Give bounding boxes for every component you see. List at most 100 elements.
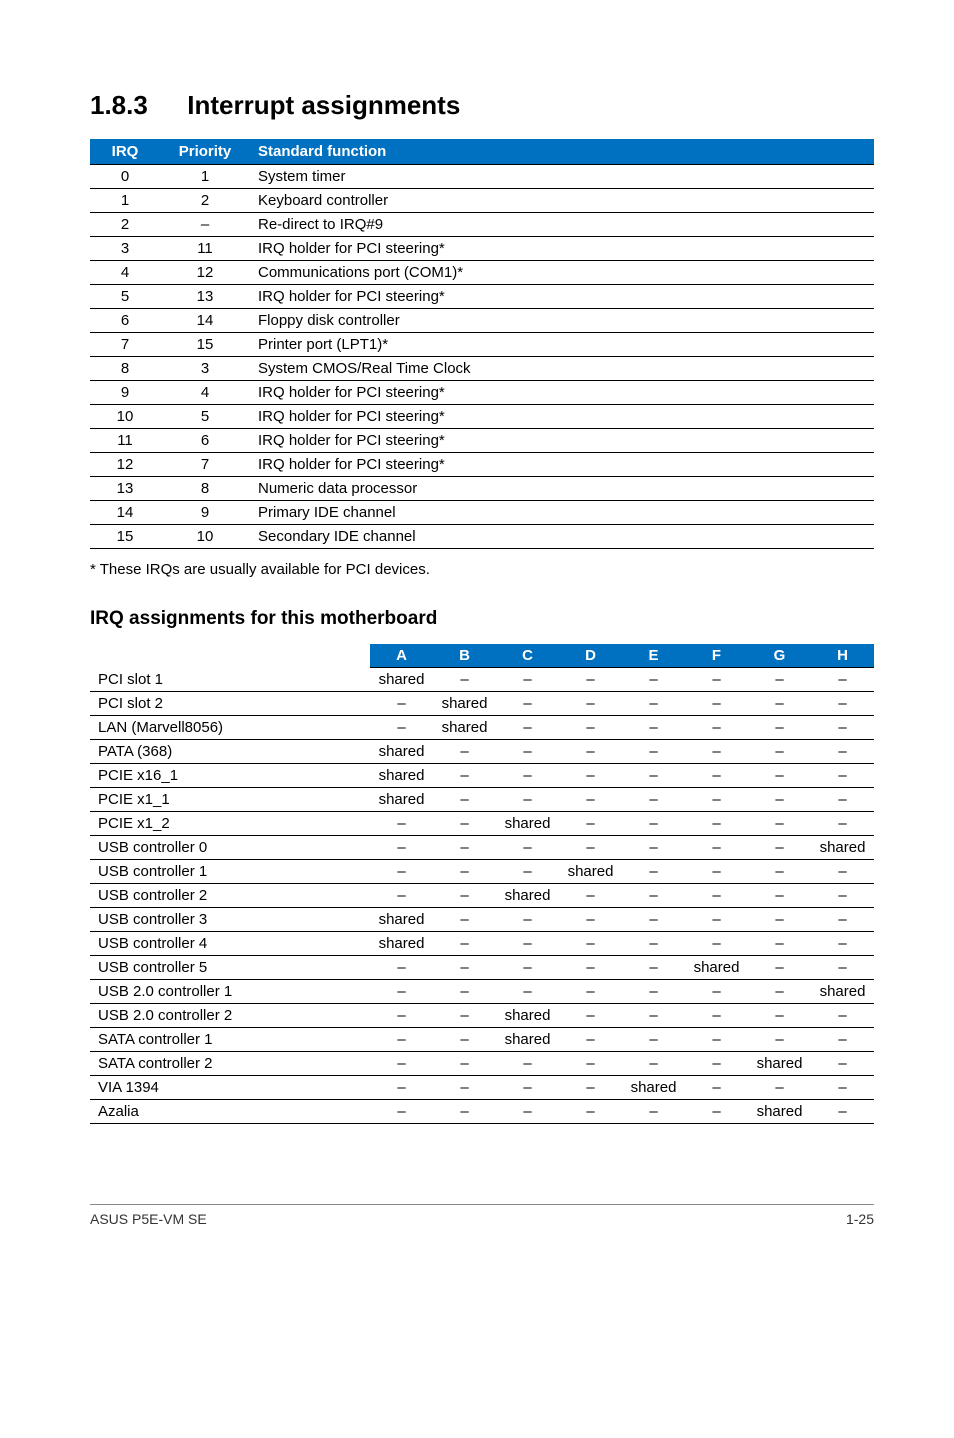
cell-value: –: [748, 692, 811, 716]
cell-value: shared: [496, 1004, 559, 1028]
cell-value: –: [496, 668, 559, 692]
table-row: 2–Re-direct to IRQ#9: [90, 213, 874, 237]
irq-value: 13: [90, 477, 160, 501]
cell-value: –: [685, 1100, 748, 1124]
cell-value: –: [433, 980, 496, 1004]
cell-value: –: [559, 956, 622, 980]
cell-value: shared: [748, 1100, 811, 1124]
cell-value: –: [685, 836, 748, 860]
table-row: 412Communications port (COM1)*: [90, 261, 874, 285]
function-value: System CMOS/Real Time Clock: [250, 357, 874, 381]
priority-value: 10: [160, 525, 250, 549]
cell-value: shared: [496, 812, 559, 836]
cell-value: –: [685, 980, 748, 1004]
cell-value: –: [811, 1052, 874, 1076]
cell-value: –: [622, 668, 685, 692]
cell-value: –: [433, 908, 496, 932]
cell-value: –: [685, 884, 748, 908]
irq-table: IRQ Priority Standard function 01System …: [90, 139, 874, 549]
cell-value: –: [685, 812, 748, 836]
cell-value: shared: [811, 836, 874, 860]
priority-value: 3: [160, 357, 250, 381]
cell-value: –: [433, 1100, 496, 1124]
assign-header-a: A: [370, 644, 433, 668]
cell-value: –: [622, 764, 685, 788]
cell-value: –: [685, 1076, 748, 1100]
cell-value: –: [748, 980, 811, 1004]
function-value: Communications port (COM1)*: [250, 261, 874, 285]
cell-value: –: [559, 1028, 622, 1052]
cell-value: –: [433, 932, 496, 956]
function-value: Secondary IDE channel: [250, 525, 874, 549]
cell-value: –: [622, 716, 685, 740]
table-row: USB controller 4shared–––––––: [90, 932, 874, 956]
irq-header-function: Standard function: [250, 139, 874, 165]
cell-value: –: [370, 1028, 433, 1052]
assign-header-blank: [90, 644, 370, 668]
cell-value: –: [496, 1076, 559, 1100]
cell-value: –: [433, 836, 496, 860]
cell-value: shared: [685, 956, 748, 980]
cell-value: –: [685, 740, 748, 764]
cell-value: –: [811, 932, 874, 956]
cell-value: –: [811, 788, 874, 812]
priority-value: 5: [160, 405, 250, 429]
priority-value: 7: [160, 453, 250, 477]
cell-value: shared: [433, 716, 496, 740]
cell-value: –: [433, 956, 496, 980]
cell-value: shared: [496, 884, 559, 908]
irq-value: 4: [90, 261, 160, 285]
assign-header-b: B: [433, 644, 496, 668]
cell-value: –: [433, 860, 496, 884]
cell-value: shared: [559, 860, 622, 884]
cell-value: –: [748, 788, 811, 812]
priority-value: 2: [160, 189, 250, 213]
irq-header-irq: IRQ: [90, 139, 160, 165]
cell-value: –: [622, 980, 685, 1004]
table-row: 83System CMOS/Real Time Clock: [90, 357, 874, 381]
priority-value: –: [160, 213, 250, 237]
cell-value: –: [433, 764, 496, 788]
table-row: 105IRQ holder for PCI steering*: [90, 405, 874, 429]
cell-value: –: [433, 1076, 496, 1100]
cell-value: shared: [622, 1076, 685, 1100]
cell-value: –: [748, 1076, 811, 1100]
cell-value: –: [622, 1004, 685, 1028]
section-heading: 1.8.3 Interrupt assignments: [90, 90, 874, 121]
priority-value: 11: [160, 237, 250, 261]
cell-value: –: [370, 1004, 433, 1028]
table-row: 01System timer: [90, 165, 874, 189]
cell-value: –: [622, 788, 685, 812]
section-number: 1.8.3: [90, 90, 180, 121]
cell-value: –: [622, 956, 685, 980]
table-row: 12Keyboard controller: [90, 189, 874, 213]
cell-value: –: [370, 1052, 433, 1076]
priority-value: 12: [160, 261, 250, 285]
function-value: Floppy disk controller: [250, 309, 874, 333]
cell-value: –: [370, 956, 433, 980]
footer-right: 1-25: [846, 1211, 874, 1227]
table-row: Azalia––––––shared–: [90, 1100, 874, 1124]
irq-value: 7: [90, 333, 160, 357]
cell-value: –: [370, 812, 433, 836]
assign-header-c: C: [496, 644, 559, 668]
cell-value: –: [496, 764, 559, 788]
assign-header-f: F: [685, 644, 748, 668]
cell-value: –: [748, 932, 811, 956]
cell-value: –: [685, 788, 748, 812]
cell-value: –: [496, 860, 559, 884]
irq-value: 9: [90, 381, 160, 405]
cell-value: –: [622, 836, 685, 860]
cell-value: –: [370, 836, 433, 860]
function-value: IRQ holder for PCI steering*: [250, 429, 874, 453]
cell-value: –: [811, 884, 874, 908]
cell-value: –: [811, 1028, 874, 1052]
irq-assignment-table: ABCDEFGH PCI slot 1shared–––––––PCI slot…: [90, 644, 874, 1124]
row-label: Azalia: [90, 1100, 370, 1124]
cell-value: –: [559, 1052, 622, 1076]
cell-value: –: [685, 692, 748, 716]
priority-value: 4: [160, 381, 250, 405]
cell-value: –: [748, 836, 811, 860]
table-row: USB controller 0–––––––shared: [90, 836, 874, 860]
cell-value: –: [685, 1028, 748, 1052]
